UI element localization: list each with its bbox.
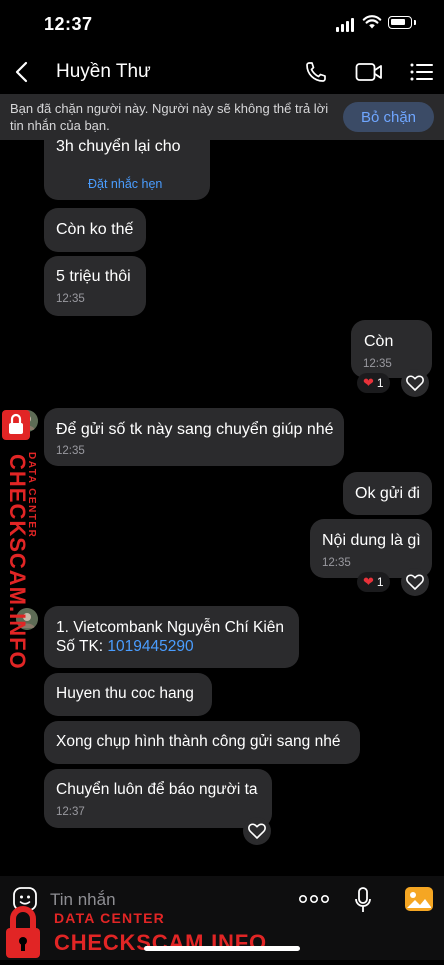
heart-outline-icon xyxy=(248,823,266,839)
watermark-lock-icon xyxy=(2,904,44,960)
react-heart-button[interactable] xyxy=(401,369,429,397)
message-text: Xong chụp hình thành công gửi sang nhé xyxy=(56,733,341,750)
watermark-lock-icon xyxy=(2,410,30,440)
message-text: Chuyển luôn để báo người ta xyxy=(56,781,258,798)
reaction-count: 1 xyxy=(376,376,384,390)
message-text: Để gửi số tk này sang chuyển giúp nhé xyxy=(56,421,334,438)
heart-reaction-icon: ❤ xyxy=(363,375,374,390)
status-time: 12:37 xyxy=(44,14,93,34)
message-bubble[interactable]: 5 triệu thôi 12:35 xyxy=(44,256,146,316)
message-bubble[interactable]: Còn ko thế xyxy=(44,208,146,252)
set-reminder-link[interactable]: Đặt nhắc hẹn xyxy=(88,177,162,191)
battery-icon xyxy=(388,16,412,29)
react-heart-button[interactable] xyxy=(243,817,271,845)
message-bubble[interactable]: 3h chuyển lại cho Đặt nhắc hẹn xyxy=(44,138,210,200)
watermark-bottom-label: DATA CENTER xyxy=(54,910,165,926)
unblock-button[interactable]: Bỏ chặn xyxy=(343,102,434,132)
message-bubble[interactable]: Để gửi số tk này sang chuyển giúp nhé 12… xyxy=(44,408,344,466)
message-bubble[interactable]: Huyen thu coc hang xyxy=(44,673,212,716)
phone-icon[interactable] xyxy=(304,60,328,84)
account-label: Số TK: xyxy=(56,638,108,655)
message-time: 12:35 xyxy=(56,293,85,305)
message-text: Còn xyxy=(364,333,394,350)
message-bubble-sent[interactable]: Ok gửi đi xyxy=(343,472,432,515)
menu-list-icon[interactable] xyxy=(410,62,434,82)
message-bubble[interactable]: Xong chụp hình thành công gửi sang nhé xyxy=(44,721,360,764)
blocked-notice-text: Bạn đã chặn người này. Người này sẽ khôn… xyxy=(10,101,329,133)
signal-icon xyxy=(336,18,354,32)
home-indicator[interactable] xyxy=(144,946,300,951)
message-input[interactable]: Tin nhắn xyxy=(50,890,116,910)
contact-name[interactable]: Huyền Thư xyxy=(56,61,151,83)
watermark-side-label: DATA CENTER xyxy=(26,452,37,539)
message-text: 1. Vietcombank Nguyễn Chí Kiên xyxy=(56,619,285,636)
account-number-link[interactable]: 1019445290 xyxy=(107,638,193,655)
video-call-icon[interactable] xyxy=(355,61,383,83)
account-line: Số TK: 1019445290 xyxy=(56,638,194,656)
heart-outline-icon xyxy=(406,375,424,391)
message-text: 3h chuyển lại cho xyxy=(56,138,181,155)
message-text: Nội dung là gì xyxy=(322,532,421,549)
message-bubble[interactable]: Chuyển luôn để báo người ta 12:37 xyxy=(44,769,272,828)
watermark-bottom-brand: CHECKSCAM.INFO xyxy=(54,930,267,955)
reaction-badge[interactable]: ❤ 1 xyxy=(357,572,390,592)
heart-reaction-icon: ❤ xyxy=(363,574,374,589)
message-time: 12:35 xyxy=(56,445,85,457)
react-heart-button[interactable] xyxy=(401,568,429,596)
back-arrow-icon[interactable] xyxy=(14,61,30,83)
reaction-count: 1 xyxy=(376,575,384,589)
microphone-icon[interactable] xyxy=(354,886,372,914)
message-time: 12:37 xyxy=(56,806,85,818)
heart-outline-icon xyxy=(406,574,424,590)
message-text: Huyen thu coc hang xyxy=(56,685,194,702)
message-text: Ok gửi đi xyxy=(355,485,420,502)
message-text: 5 triệu thôi xyxy=(56,268,131,285)
message-bubble[interactable]: 1. Vietcombank Nguyễn Chí Kiên Số TK: 10… xyxy=(44,606,299,668)
image-gallery-icon[interactable] xyxy=(405,887,433,911)
message-time: 12:35 xyxy=(363,358,392,370)
reaction-badge[interactable]: ❤ 1 xyxy=(357,373,390,393)
message-text: Còn ko thế xyxy=(56,221,134,238)
more-options-icon[interactable] xyxy=(299,893,329,905)
wifi-icon xyxy=(362,15,382,29)
status-bar: 12:37 xyxy=(0,0,444,50)
message-time: 12:35 xyxy=(322,557,351,569)
